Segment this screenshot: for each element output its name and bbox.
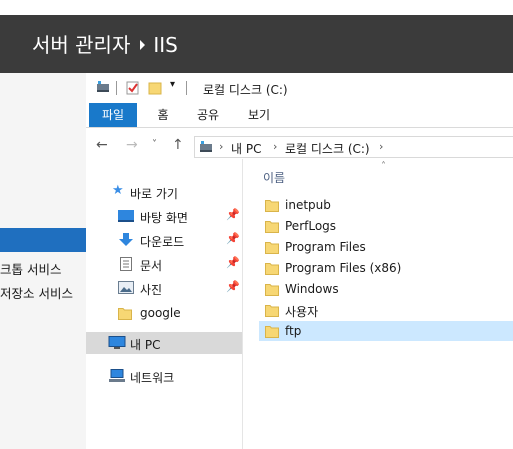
sidebar-item-storage-services[interactable]: 저장소 서비스	[0, 283, 86, 302]
pin-icon[interactable]: 📌	[226, 208, 240, 221]
nav-label: 내 PC	[130, 338, 161, 352]
folder-icon	[265, 326, 279, 338]
crumb-local-disk[interactable]: 로컬 디스크 (C:)	[285, 140, 370, 157]
server-manager-title: 서버 관리자 IIS	[32, 29, 178, 58]
server-manager-label: 서버 관리자	[32, 33, 131, 57]
breadcrumb-iis[interactable]: IIS	[153, 33, 178, 57]
column-header-name[interactable]: 이름	[263, 169, 285, 186]
sort-ascending-icon: ˄	[381, 161, 386, 172]
qat-dropdown-icon[interactable]: ▾	[170, 79, 175, 90]
folder-icon	[265, 242, 279, 254]
folder-icon	[265, 221, 279, 233]
forward-arrow-icon[interactable]: →	[126, 137, 138, 153]
nav-quick-access[interactable]: ★ 바로 가기	[86, 181, 242, 203]
document-icon	[120, 257, 132, 271]
file-row-perflogs[interactable]: PerfLogs	[259, 216, 513, 236]
crumb-separator-icon[interactable]: ›	[219, 140, 223, 153]
folder-icon	[265, 305, 279, 317]
file-row-program-files[interactable]: Program Files	[259, 237, 513, 257]
file-explorer-window: ▾ 로컬 디스크 (C:) 파일 홈 공유 보기 ← → ˅ ↑ › 내 PC …	[86, 73, 513, 449]
file-name: PerfLogs	[285, 219, 337, 233]
sidebar-item-desktop-services[interactable]: 크톱 서비스	[0, 259, 86, 278]
pin-icon[interactable]: 📌	[226, 256, 240, 269]
crumb-separator-icon[interactable]: ›	[379, 140, 383, 153]
pictures-icon	[118, 281, 134, 294]
file-name: Windows	[285, 282, 339, 296]
file-name: 사용자	[285, 305, 319, 319]
sidebar-selected-item[interactable]	[0, 228, 86, 252]
tab-file[interactable]: 파일	[89, 103, 137, 127]
file-name: Program Files (x86)	[285, 261, 402, 275]
tab-share[interactable]: 공유	[190, 103, 226, 127]
nav-item-desktop[interactable]: 바탕 화면 📌	[86, 205, 242, 227]
ribbon-tabs: 파일 홈 공유 보기	[86, 103, 513, 128]
nav-item-google[interactable]: google	[86, 302, 242, 324]
nav-item-this-pc[interactable]: 내 PC	[86, 332, 242, 354]
desktop-icon	[118, 210, 134, 222]
nav-item-pictures[interactable]: 사진 📌	[86, 277, 242, 299]
file-row-users[interactable]: 사용자	[259, 300, 513, 320]
folder-icon	[118, 308, 132, 320]
server-manager-header: 서버 관리자 IIS	[0, 15, 513, 73]
recent-locations-chevron-icon[interactable]: ˅	[152, 139, 157, 150]
star-icon: ★	[112, 183, 124, 198]
nav-label: 네트워크	[130, 371, 175, 385]
file-row-windows[interactable]: Windows	[259, 279, 513, 299]
file-row-program-files-x86[interactable]: Program Files (x86)	[259, 258, 513, 278]
file-name: inetpub	[285, 198, 331, 212]
nav-label: 사진	[140, 283, 163, 297]
file-name: Program Files	[285, 240, 366, 254]
folder-icon	[265, 200, 279, 212]
properties-icon[interactable]	[126, 81, 140, 95]
address-row: ← → ˅ ↑ › 내 PC › 로컬 디스크 (C:) ›	[86, 133, 513, 159]
new-folder-icon[interactable]	[148, 81, 162, 95]
tab-view[interactable]: 보기	[241, 103, 277, 127]
crumb-separator-icon[interactable]: ›	[273, 140, 277, 153]
crumb-this-pc[interactable]: 내 PC	[231, 140, 261, 157]
nav-label: google	[140, 306, 181, 320]
address-bar[interactable]: › 내 PC › 로컬 디스크 (C:) ›	[194, 136, 513, 158]
tab-home[interactable]: 홈	[148, 103, 178, 127]
folder-icon	[265, 263, 279, 275]
drive-icon[interactable]	[96, 81, 110, 93]
nav-label: 바로 가기	[130, 187, 178, 201]
network-icon	[109, 369, 125, 382]
up-arrow-icon[interactable]: ↑	[172, 137, 184, 153]
file-list: ˄ 이름 inetpub PerfLogs Program Files Prog…	[243, 159, 513, 449]
nav-label: 문서	[140, 259, 163, 273]
window-title: 로컬 디스크 (C:)	[203, 83, 288, 97]
nav-item-downloads[interactable]: 다운로드 📌	[86, 229, 242, 251]
nav-item-documents[interactable]: 문서 📌	[86, 253, 242, 275]
back-arrow-icon[interactable]: ←	[96, 137, 108, 153]
folder-icon	[265, 284, 279, 296]
pin-icon[interactable]: 📌	[226, 232, 240, 245]
pc-icon	[200, 141, 212, 152]
navigation-pane: ★ 바로 가기 바탕 화면 📌 다운로드 📌 문서 📌 사진 📌 google	[86, 159, 242, 449]
quick-access-toolbar: ▾ 로컬 디스크 (C:)	[86, 73, 513, 103]
nav-label: 다운로드	[140, 235, 185, 249]
nav-label: 바탕 화면	[140, 211, 188, 225]
breadcrumb-arrow-icon	[140, 39, 146, 50]
download-icon	[119, 233, 133, 246]
this-pc-icon	[108, 336, 126, 349]
file-row-inetpub[interactable]: inetpub	[259, 195, 513, 215]
file-name: ftp	[285, 324, 302, 338]
nav-item-network[interactable]: 네트워크	[86, 365, 242, 387]
pin-icon[interactable]: 📌	[226, 280, 240, 293]
file-row-ftp[interactable]: ftp	[259, 321, 513, 341]
